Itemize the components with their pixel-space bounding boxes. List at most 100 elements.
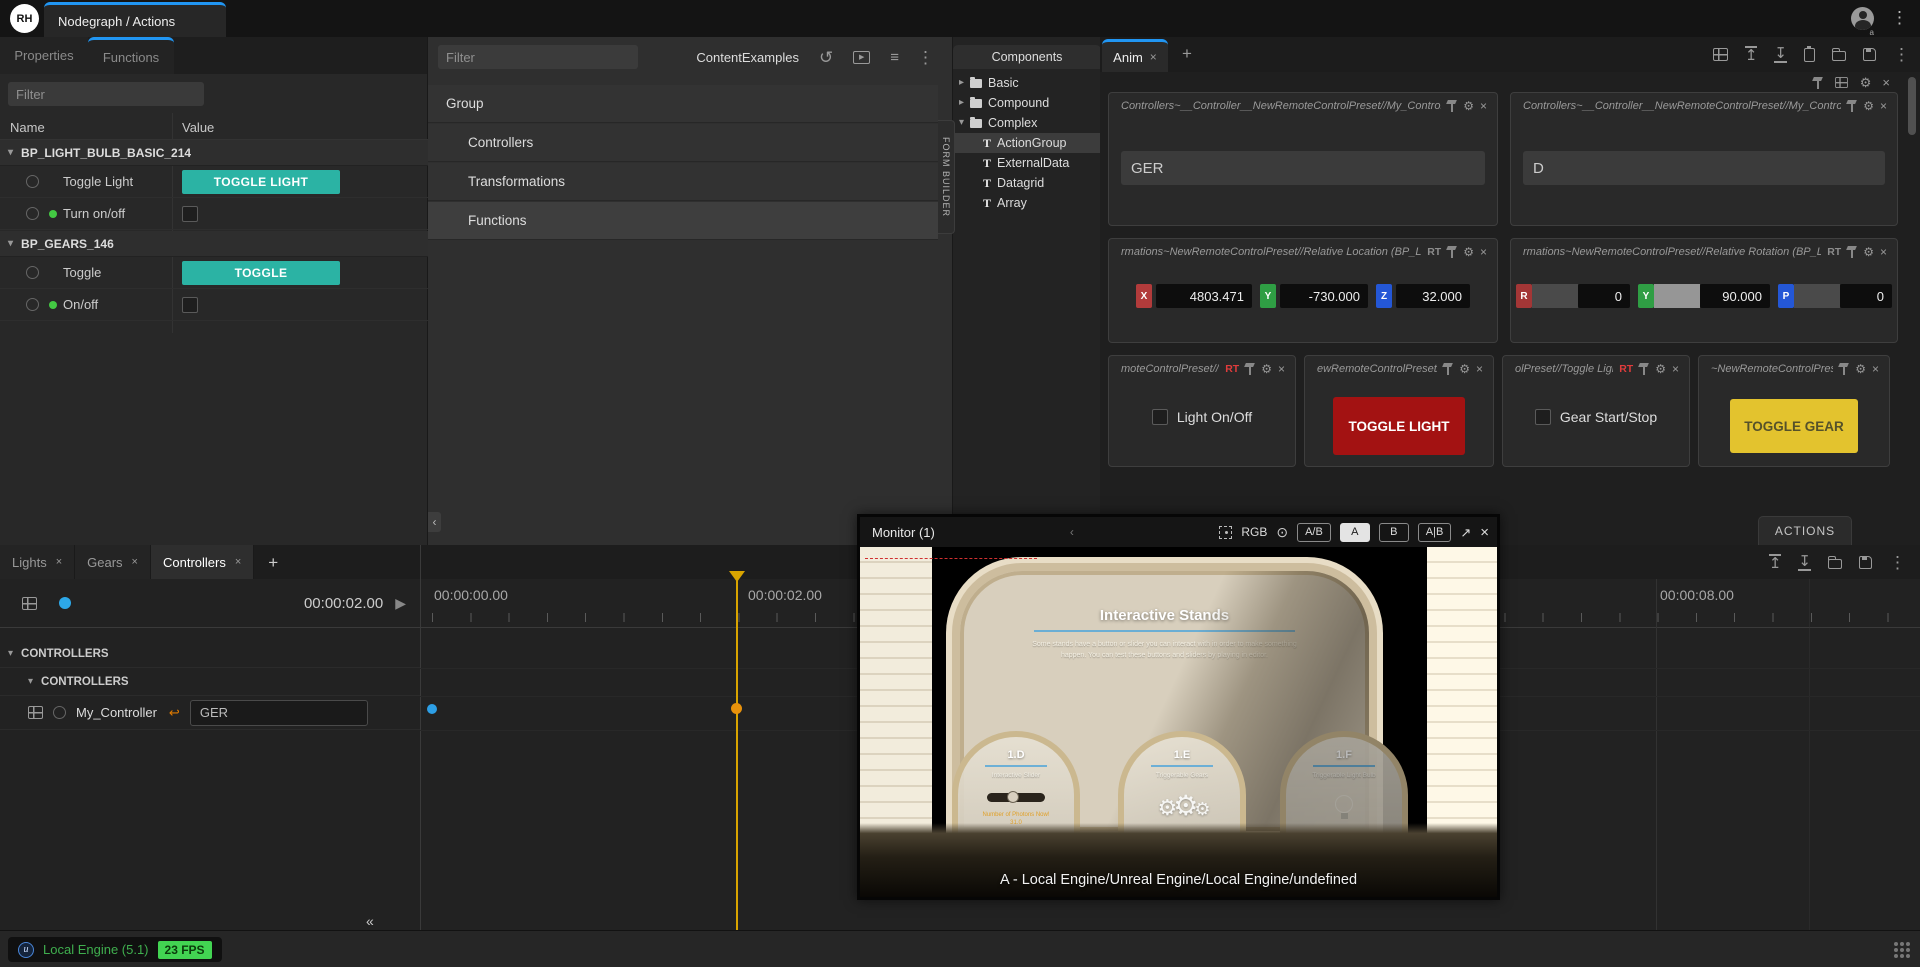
close-icon[interactable]: × bbox=[1672, 363, 1679, 375]
play-button[interactable]: ▶ bbox=[395, 596, 406, 610]
b-button[interactable]: B bbox=[1379, 523, 1409, 542]
tab-properties[interactable]: Properties bbox=[0, 37, 88, 74]
tab-nodegraph-actions[interactable]: Nodegraph / Actions bbox=[44, 2, 226, 37]
gear-icon[interactable]: ⚙ bbox=[1855, 363, 1866, 375]
tree-group-controllers[interactable]: ▾ CONTROLLERS bbox=[0, 640, 420, 668]
yaw-slider[interactable] bbox=[1654, 284, 1700, 308]
track-grid-icon[interactable] bbox=[28, 706, 43, 719]
a-button[interactable]: A bbox=[1340, 523, 1370, 542]
current-time-display[interactable]: 00:00:02.00 bbox=[304, 595, 383, 612]
close-icon[interactable]: × bbox=[1480, 246, 1487, 258]
folder-icon[interactable] bbox=[1832, 51, 1846, 61]
engine-status-pill[interactable]: u Local Engine (5.1) 23 FPS bbox=[8, 937, 222, 962]
controller-text-input[interactable] bbox=[1121, 151, 1485, 185]
pitch-slider[interactable] bbox=[1794, 284, 1840, 308]
light-onoff-checkbox[interactable] bbox=[1152, 409, 1168, 425]
pin-icon[interactable] bbox=[1639, 363, 1649, 375]
close-icon[interactable]: × bbox=[1880, 100, 1887, 112]
collapse-chevron-icon[interactable]: ‹ bbox=[1070, 526, 1074, 538]
pin-icon[interactable] bbox=[1847, 246, 1857, 258]
history-icon[interactable]: ↺ bbox=[819, 49, 833, 66]
collapse-left-chevron[interactable]: ‹ bbox=[428, 512, 441, 532]
gear-icon[interactable]: ⚙ bbox=[1459, 363, 1470, 375]
upload-icon[interactable]: ↥ bbox=[1769, 554, 1782, 571]
close-icon[interactable]: × bbox=[1278, 363, 1285, 375]
x-value[interactable]: 4803.471 bbox=[1156, 284, 1252, 308]
close-icon[interactable]: × bbox=[235, 557, 241, 568]
component-actiongroup[interactable]: T ActionGroup bbox=[953, 133, 1101, 153]
save-icon[interactable] bbox=[1863, 48, 1876, 61]
folder-basic[interactable]: ▸ Basic bbox=[953, 73, 1101, 93]
app-menu-icon[interactable]: ⋮ bbox=[1891, 9, 1908, 26]
record-indicator[interactable] bbox=[59, 597, 71, 609]
ab-compare-button[interactable]: A/B bbox=[1297, 523, 1331, 542]
controller-value-input[interactable] bbox=[190, 700, 368, 726]
popout-icon[interactable]: ↗ bbox=[1460, 526, 1471, 539]
playlist-icon[interactable]: ≡ bbox=[890, 50, 897, 65]
playhead-line[interactable] bbox=[736, 579, 738, 930]
z-value[interactable]: 32.000 bbox=[1396, 284, 1470, 308]
pin-icon[interactable] bbox=[1847, 100, 1857, 112]
close-icon[interactable]: × bbox=[1480, 525, 1489, 540]
close-icon[interactable]: × bbox=[1882, 76, 1890, 89]
close-icon[interactable]: × bbox=[1880, 246, 1887, 258]
tab-functions[interactable]: Functions bbox=[88, 37, 174, 74]
gear-icon[interactable]: ⚙ bbox=[1860, 76, 1872, 89]
sequencer-menu-icon[interactable]: ⋮ bbox=[1889, 554, 1906, 571]
pin-icon[interactable] bbox=[1447, 246, 1457, 258]
tree-subgroup-controllers[interactable]: ▾ CONTROLLERS bbox=[0, 668, 420, 696]
component-array[interactable]: T Array bbox=[953, 193, 1101, 213]
builder-row-group[interactable]: Group bbox=[428, 85, 938, 123]
gear-icon[interactable]: ⚙ bbox=[1463, 246, 1474, 258]
gear-icon[interactable]: ⚙ bbox=[1863, 246, 1874, 258]
download-icon[interactable]: ↧ bbox=[1798, 554, 1811, 571]
builder-row-transformations[interactable]: Transformations bbox=[428, 163, 938, 201]
add-tab-button[interactable]: + bbox=[1182, 45, 1192, 62]
preview-monitor-icon[interactable]: ▶ bbox=[853, 51, 870, 64]
tab-anim[interactable]: Anim × bbox=[1102, 39, 1168, 72]
save-icon[interactable] bbox=[1859, 556, 1872, 569]
pin-icon[interactable] bbox=[1443, 363, 1453, 375]
keyframe-orange[interactable] bbox=[731, 703, 742, 714]
controller-text-input[interactable] bbox=[1523, 151, 1885, 185]
close-icon[interactable]: × bbox=[1476, 363, 1483, 375]
group-bp-gears[interactable]: ▾ BP_GEARS_146 bbox=[0, 231, 428, 257]
pin-icon[interactable] bbox=[1245, 363, 1255, 375]
radio-icon[interactable] bbox=[53, 706, 66, 719]
component-datagrid[interactable]: T Datagrid bbox=[953, 173, 1101, 193]
keyframe-blue[interactable] bbox=[427, 704, 437, 714]
gear-icon[interactable]: ⚙ bbox=[1463, 100, 1474, 112]
tab-gears[interactable]: Gears × bbox=[75, 545, 151, 579]
resize-handle-icon[interactable] bbox=[1894, 942, 1898, 946]
component-externaldata[interactable]: T ExternalData bbox=[953, 153, 1101, 173]
radio-icon[interactable] bbox=[26, 175, 39, 188]
card-view-icon[interactable] bbox=[1835, 77, 1848, 88]
close-icon[interactable]: × bbox=[1872, 363, 1879, 375]
aib-split-button[interactable]: A|B bbox=[1418, 523, 1452, 542]
radio-icon[interactable] bbox=[26, 207, 39, 220]
radio-icon[interactable] bbox=[26, 298, 39, 311]
folder-compound[interactable]: ▸ Compound bbox=[953, 93, 1101, 113]
close-icon[interactable]: × bbox=[56, 557, 62, 568]
actions-bottom-tab[interactable]: ACTIONS bbox=[1758, 516, 1852, 545]
folder-icon[interactable] bbox=[1828, 559, 1842, 569]
toggle-button[interactable]: TOGGLE bbox=[182, 261, 340, 285]
functions-filter-input[interactable] bbox=[8, 82, 204, 106]
roll-slider[interactable] bbox=[1532, 284, 1578, 308]
app-logo[interactable]: RH bbox=[10, 4, 39, 33]
onoff-checkbox[interactable] bbox=[182, 297, 198, 313]
builder-filter-input[interactable] bbox=[438, 45, 638, 69]
folder-complex[interactable]: ▾ Complex bbox=[953, 113, 1101, 133]
upload-icon[interactable]: ↥ bbox=[1745, 46, 1758, 63]
monitor-viewport[interactable]: Interactive Stands Some stands have a bu… bbox=[860, 547, 1497, 897]
close-icon[interactable]: × bbox=[1480, 100, 1487, 112]
clipboard-icon[interactable] bbox=[1804, 48, 1815, 62]
layout-grid-icon[interactable] bbox=[1713, 48, 1728, 61]
sequencer-grid-icon[interactable] bbox=[22, 597, 37, 610]
group-bp-light-bulb[interactable]: ▾ BP_LIGHT_BULB_BASIC_214 bbox=[0, 140, 428, 166]
monitor-header[interactable]: Monitor (1) ‹ RGB ⊙ A/B A B A|B ↗ × bbox=[860, 517, 1497, 547]
user-avatar-icon[interactable] bbox=[1851, 7, 1874, 30]
close-icon[interactable]: × bbox=[1150, 51, 1157, 63]
gear-icon[interactable]: ⚙ bbox=[1261, 363, 1272, 375]
download-icon[interactable]: ↧ bbox=[1774, 46, 1787, 63]
